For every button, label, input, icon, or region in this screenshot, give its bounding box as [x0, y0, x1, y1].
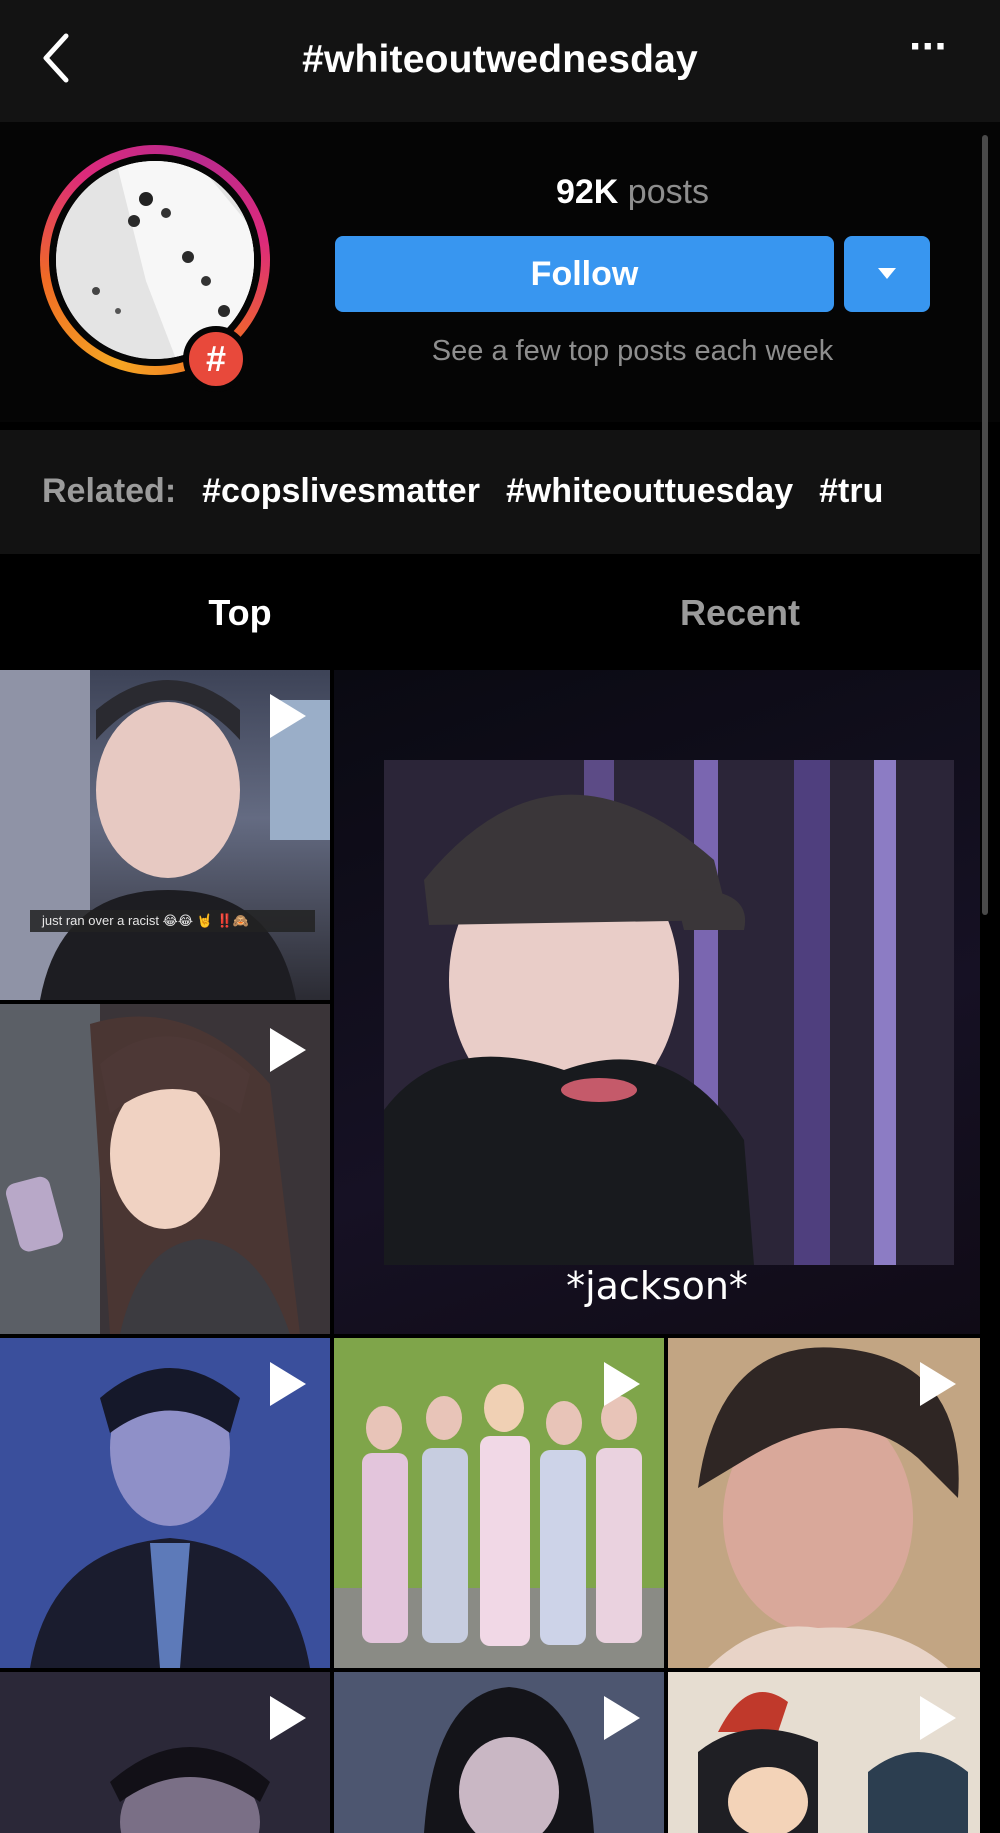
posts-count: 92K posts	[335, 173, 930, 212]
play-icon	[920, 1696, 956, 1740]
play-icon	[270, 1028, 306, 1072]
post-tile[interactable]	[0, 1004, 330, 1334]
related-tag[interactable]: #tru	[819, 472, 883, 510]
more-horizontal-icon: ···	[909, 22, 949, 71]
follow-button[interactable]: Follow	[335, 236, 834, 312]
related-tag[interactable]: #whiteouttuesday	[506, 472, 793, 510]
tab-top[interactable]: Top	[0, 592, 480, 634]
post-image	[384, 760, 954, 1265]
post-tile[interactable]	[334, 1672, 664, 1833]
play-icon	[920, 1362, 956, 1406]
follow-hint: See a few top posts each week	[431, 335, 834, 367]
scrollbar[interactable]	[982, 135, 988, 915]
post-tile[interactable]	[0, 1672, 330, 1833]
play-icon	[270, 694, 306, 738]
play-icon	[604, 1696, 640, 1740]
tab-recent[interactable]: Recent	[500, 592, 980, 634]
posts-label: posts	[627, 173, 710, 211]
post-caption: just ran over a racist 😂😂 🤘 ‼️🙈	[42, 913, 249, 928]
caret-down-icon	[878, 268, 896, 279]
post-tile[interactable]: just ran over a racist 😂😂 🤘 ‼️🙈	[0, 670, 330, 1000]
post-tile[interactable]	[668, 1672, 980, 1833]
more-options-button[interactable]: ···	[898, 22, 958, 82]
related-label: Related:	[42, 472, 177, 510]
featured-caption: *jackson*	[566, 1264, 748, 1308]
post-tile[interactable]	[668, 1338, 980, 1668]
page-title: #whiteoutwednesday	[302, 38, 698, 81]
post-tile[interactable]	[334, 1338, 664, 1668]
related-tag[interactable]: #copslivesmatter	[202, 472, 480, 510]
post-tile[interactable]	[0, 1338, 330, 1668]
related-hashtags: Related: #copslivesmatter #whiteouttuesday…	[42, 472, 883, 511]
play-icon	[270, 1696, 306, 1740]
play-icon	[604, 1362, 640, 1406]
post-tile-featured[interactable]: *jackson*	[334, 670, 980, 1334]
play-icon	[270, 1362, 306, 1406]
posts-number: 92K	[555, 173, 619, 211]
hashtag-badge-icon: #	[183, 326, 249, 392]
